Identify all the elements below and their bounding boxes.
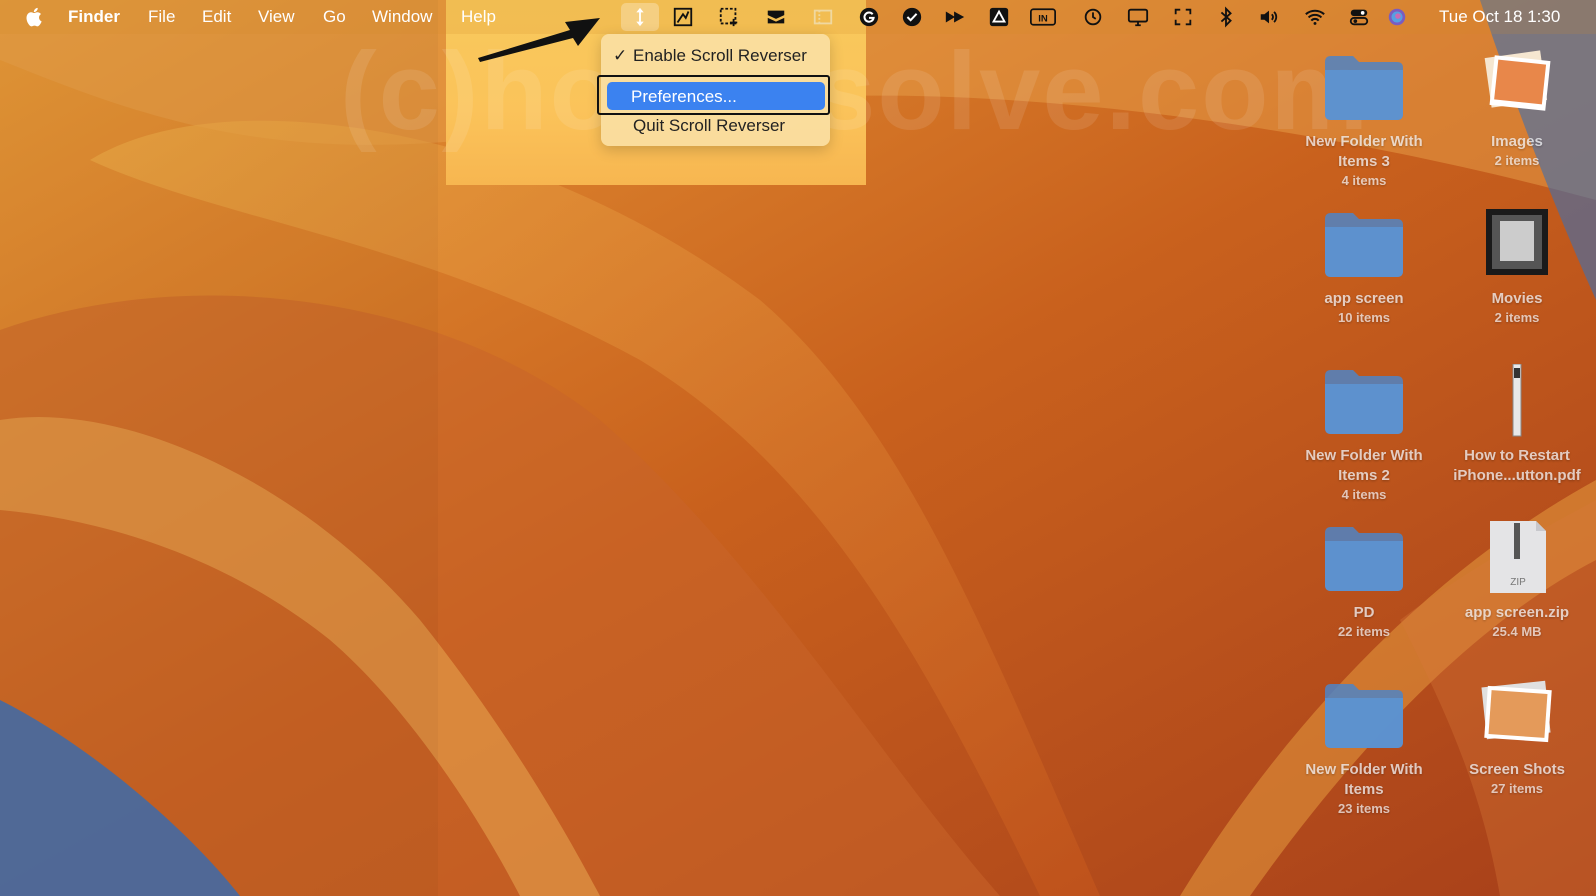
folder-icon (1321, 521, 1407, 595)
scroll-reverser-icon[interactable] (621, 3, 659, 31)
photos-stack-icon (1474, 678, 1560, 752)
icon-meta: 4 items (1341, 173, 1387, 188)
menu-bar-clock[interactable]: Tue Oct 18 1:30 (1439, 7, 1560, 27)
icon-name: Images (1491, 133, 1543, 150)
icon-meta: 4 items (1341, 487, 1387, 502)
menu-bar: Finder File Edit View Go Window Help IN (0, 0, 1596, 34)
screenshot-region-icon[interactable] (716, 5, 742, 29)
annotation-box (597, 75, 830, 115)
wifi-icon[interactable] (1302, 5, 1328, 29)
folder-icon (1321, 50, 1407, 124)
siri-icon[interactable] (1384, 5, 1410, 29)
icon-name: PD (1353, 604, 1375, 621)
fullscreen-icon[interactable] (1170, 5, 1196, 29)
menu-item-label: Enable Scroll Reverser (633, 46, 807, 65)
icon-name: New Folder With Items (1305, 761, 1423, 798)
icon-meta: 25.4 MB (1492, 624, 1542, 639)
icon-name: app screen.zip (1464, 604, 1570, 621)
desktop-icon-folder[interactable]: New Folder With Items 2 4 items (1289, 364, 1439, 503)
pdf-document-icon (1474, 363, 1560, 438)
desktop-icon-images[interactable]: Images 2 items (1442, 50, 1592, 169)
menu-item-quit-scroll-reverser[interactable]: Quit Scroll Reverser (601, 111, 830, 141)
icon-meta: 23 items (1337, 801, 1391, 816)
menu-edit[interactable]: Edit (202, 7, 231, 27)
bluetooth-icon[interactable] (1213, 5, 1239, 29)
input-source-label: IN (1038, 13, 1048, 24)
checkmark-icon: ✓ (613, 46, 628, 65)
apple-menu-icon[interactable] (24, 5, 46, 29)
menu-go[interactable]: Go (323, 7, 346, 27)
icon-name: New Folder With Items 2 (1305, 447, 1423, 484)
menu-window[interactable]: Window (372, 7, 432, 27)
icon-name: Movies (1491, 290, 1543, 307)
menu-view[interactable]: View (258, 7, 295, 27)
zip-archive-icon: ZIP (1474, 521, 1560, 595)
icon-name: app screen (1324, 290, 1404, 307)
menu-item-label: Quit Scroll Reverser (633, 116, 786, 135)
grammarly-icon[interactable] (856, 5, 882, 29)
crop-tool-icon[interactable] (670, 5, 696, 29)
icon-meta: 2 items (1494, 310, 1540, 325)
desktop-icon-folder[interactable]: New Folder With Items 23 items (1289, 678, 1439, 817)
control-center-icon[interactable] (1346, 5, 1372, 29)
icon-meta: 10 items (1337, 310, 1391, 325)
desktop-icon-folder[interactable]: New Folder With Items 3 4 items (1289, 50, 1439, 189)
photos-stack-icon (1474, 50, 1560, 124)
icon-meta: 22 items (1337, 624, 1391, 639)
icon-name: New Folder With Items 3 (1305, 133, 1423, 170)
volume-icon[interactable] (1256, 5, 1282, 29)
movie-thumbnail-icon (1474, 207, 1560, 281)
menu-finder[interactable]: Finder (68, 7, 120, 27)
desktop-icon-folder[interactable]: PD 22 items (1289, 521, 1439, 640)
window-layout-icon[interactable] (810, 5, 836, 29)
desktop-icon-screen-shots[interactable]: Screen Shots 27 items (1442, 678, 1592, 797)
desktop-icon-movies[interactable]: Movies 2 items (1442, 207, 1592, 326)
desktop-icon-pdf[interactable]: How to Restart iPhone...utton.pdf (1442, 363, 1592, 486)
display-icon[interactable] (1125, 5, 1151, 29)
icon-meta: 2 items (1494, 153, 1540, 168)
menu-item-enable-scroll-reverser[interactable]: ✓ Enable Scroll Reverser (601, 41, 830, 71)
annotation-arrow (478, 18, 600, 62)
folder-icon (1321, 207, 1407, 281)
desktop-icon-folder[interactable]: app screen 10 items (1289, 207, 1439, 326)
icon-meta: 27 items (1490, 781, 1544, 796)
icon-name: Screen Shots (1469, 761, 1565, 778)
drive-icon[interactable] (986, 5, 1012, 29)
folder-icon (1321, 364, 1407, 438)
checkmark-badge-icon[interactable] (899, 5, 925, 29)
icon-name: How to Restart iPhone...utton.pdf (1453, 447, 1581, 484)
desktop-icon-zip[interactable]: ZIP app screen.zip 25.4 MB (1442, 521, 1592, 640)
input-source-icon[interactable]: IN (1030, 5, 1056, 29)
fast-forward-app-icon[interactable] (942, 5, 968, 29)
svg-text:ZIP: ZIP (1510, 577, 1526, 588)
time-machine-icon[interactable] (1080, 5, 1106, 29)
layered-app-icon[interactable] (763, 5, 789, 29)
menu-file[interactable]: File (148, 7, 175, 27)
folder-icon (1321, 678, 1407, 752)
